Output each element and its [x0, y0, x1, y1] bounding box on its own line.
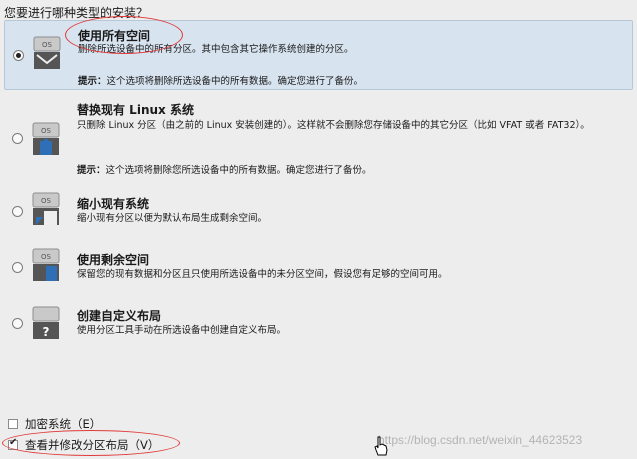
option-description: 使用分区工具手动在所选设备中创建自定义布局。 — [77, 325, 287, 336]
radio-shrink-system[interactable] — [12, 206, 23, 217]
radio-use-free-space[interactable] — [12, 262, 23, 273]
radio-use-all-space[interactable] — [13, 50, 24, 61]
option-tip: 提示：这个选项将删除您所选设备中的所有数据。确定您进行了备份。 — [77, 162, 372, 176]
drive-erase-icon: OS — [33, 36, 61, 69]
tip-text: 这个选项将删除所选设备中的所有数据。确定您进行了备份。 — [106, 76, 364, 87]
drive-replace-icon: OS — [32, 122, 60, 155]
option-use-free-space[interactable]: OS 使用剩余空间 保留您的现有数据和分区且只使用所选设备中的未分区空间，假设您… — [4, 244, 633, 292]
encrypt-system-checkbox[interactable] — [8, 419, 18, 429]
drive-shrink-icon: OS — [32, 192, 60, 225]
radio-replace-linux[interactable] — [12, 133, 23, 144]
option-custom-layout[interactable]: ? 创建自定义布局 使用分区工具手动在所选设备中创建自定义布局。 — [4, 300, 633, 348]
svg-text:OS: OS — [41, 127, 52, 135]
option-title: 替换现有 Linux 系统 — [77, 103, 194, 117]
annotation-ellipse — [65, 16, 183, 54]
option-replace-linux[interactable]: OS 替换现有 Linux 系统 只删除 Linux 分区（由之前的 Linux… — [4, 96, 633, 181]
radio-custom-layout[interactable] — [12, 318, 23, 329]
hand-cursor-icon — [374, 436, 388, 456]
option-description: 保留您的现有数据和分区且只使用所选设备中的未分区空间，假设您有足够的空间可用。 — [77, 269, 448, 280]
option-tip: 提示：这个选项将删除所选设备中的所有数据。确定您进行了备份。 — [78, 73, 363, 87]
option-description: 缩小现有分区以便为默认布局生成剩余空间。 — [77, 213, 268, 224]
svg-text:?: ? — [43, 325, 50, 339]
annotation-ellipse — [2, 430, 180, 456]
option-shrink-system[interactable]: OS 缩小现有系统 缩小现有分区以便为默认布局生成剩余空间。 — [4, 188, 633, 236]
tip-label: 提示： — [77, 165, 106, 176]
svg-text:OS: OS — [42, 41, 53, 49]
svg-text:OS: OS — [41, 197, 52, 205]
tip-text: 这个选项将删除您所选设备中的所有数据。确定您进行了备份。 — [105, 165, 372, 176]
svg-text:OS: OS — [41, 253, 52, 261]
drive-custom-icon: ? — [32, 306, 60, 339]
drive-free-space-icon: OS — [32, 248, 60, 281]
option-description: 只删除 Linux 分区（由之前的 Linux 安装创建的）。这样就不会删除您存… — [77, 120, 590, 131]
tip-label: 提示： — [78, 76, 107, 87]
watermark: https://blog.csdn.net/weixin_44623523 — [378, 433, 583, 447]
